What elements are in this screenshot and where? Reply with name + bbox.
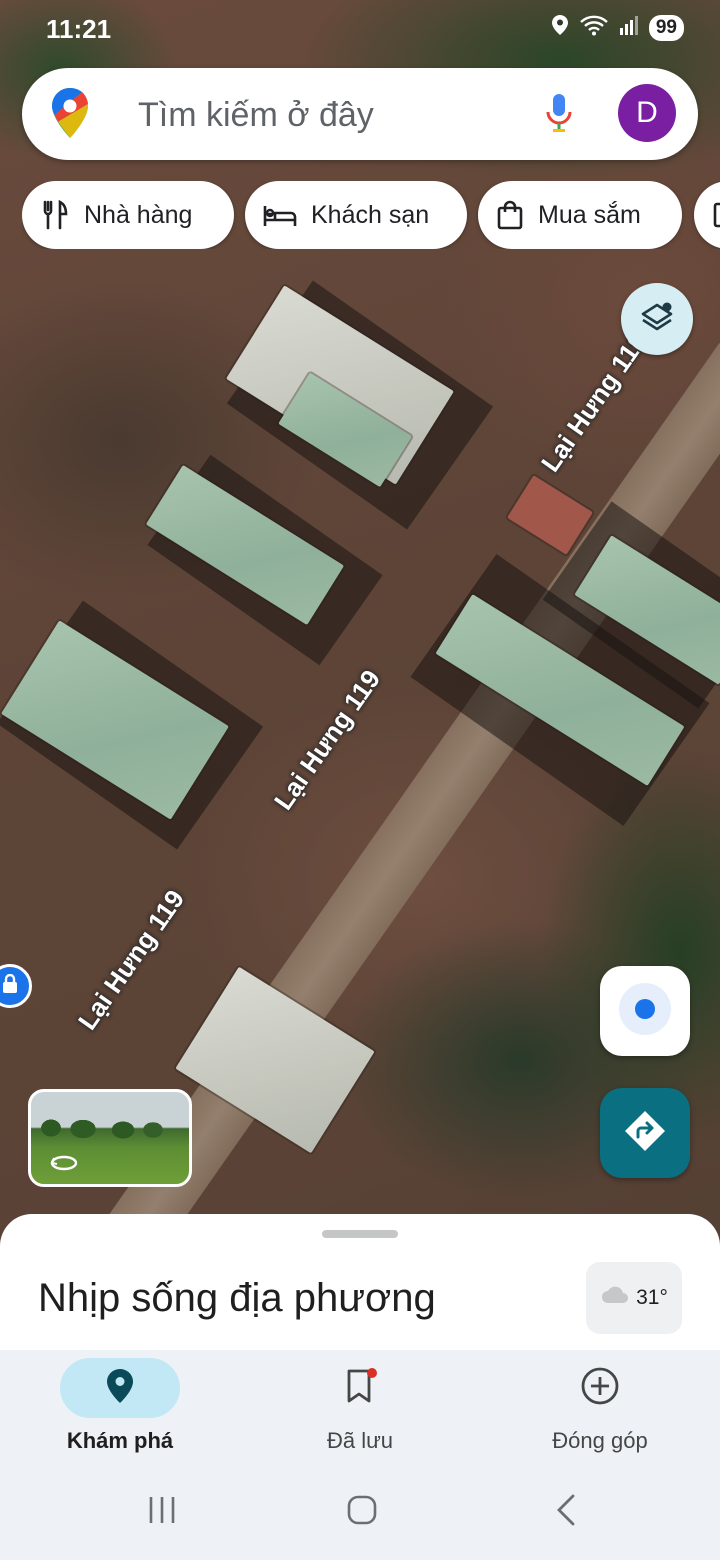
street-label: Lại Hưng 119 <box>268 664 387 816</box>
explore-bottom-sheet[interactable]: Nhịp sống địa phương 31° <box>0 1214 720 1354</box>
gas-station-icon <box>712 201 720 229</box>
street-view-thumbnail[interactable] <box>28 1089 192 1187</box>
chip-hotels[interactable]: Khách sạn <box>245 181 467 249</box>
explore-pin-icon <box>106 1368 134 1409</box>
thumbnail-trees <box>31 1116 189 1142</box>
weather-temperature: 31° <box>636 1286 668 1309</box>
nav-icon-container <box>540 1358 660 1418</box>
avatar[interactable]: D <box>618 84 676 142</box>
home-icon <box>346 1494 378 1531</box>
my-location-icon <box>617 981 673 1042</box>
nav-icon-container <box>60 1358 180 1418</box>
restaurant-icon <box>40 200 70 230</box>
wifi-icon <box>579 14 609 41</box>
status-time: 11:21 <box>46 14 112 44</box>
location-icon <box>551 14 569 41</box>
system-navigation-bar <box>0 1462 720 1560</box>
sheet-title: Nhịp sống địa phương <box>38 1276 436 1320</box>
chip-restaurants[interactable]: Nhà hàng <box>22 181 234 249</box>
chip-more[interactable] <box>694 181 720 249</box>
weather-chip[interactable]: 31° <box>586 1262 682 1334</box>
signal-icon <box>619 14 639 41</box>
nav-label: Khám phá <box>66 1428 174 1453</box>
battery-indicator: 99 <box>648 14 684 41</box>
recent-apps-icon <box>147 1495 177 1530</box>
chip-label: Khách sạn <box>311 200 430 229</box>
nav-label: Đóng góp <box>552 1428 648 1453</box>
back-button[interactable] <box>536 1492 596 1532</box>
back-icon <box>554 1493 578 1532</box>
hotel-icon <box>263 202 297 228</box>
recent-apps-button[interactable] <box>132 1492 192 1532</box>
home-button[interactable] <box>332 1492 392 1532</box>
directions-icon <box>623 1109 667 1158</box>
nav-icon-container <box>300 1358 420 1418</box>
nav-saved[interactable]: Đã lưu <box>240 1350 480 1462</box>
status-bar: 11:21 99 <box>0 0 720 56</box>
google-maps-logo-icon <box>52 88 88 143</box>
street-label: Lại Hưng 119 <box>72 884 191 1036</box>
rotate-360-icon <box>49 1154 79 1177</box>
drag-handle[interactable] <box>322 1230 398 1238</box>
nav-explore[interactable]: Khám phá <box>0 1350 240 1462</box>
chip-shopping[interactable]: Mua sắm <box>478 181 682 249</box>
lock-icon <box>1 973 19 999</box>
add-circle-icon <box>580 1366 620 1411</box>
nav-label: Đã lưu <box>326 1428 394 1453</box>
directions-button[interactable] <box>600 1088 690 1178</box>
shopping-bag-icon <box>496 200 524 230</box>
my-location-button[interactable] <box>600 966 690 1056</box>
chip-label: Nhà hàng <box>84 200 193 229</box>
chip-label: Mua sắm <box>538 200 641 229</box>
layers-icon <box>639 299 675 340</box>
bottom-navigation: Khám phá Đã lưu Đóng góp <box>0 1350 720 1462</box>
status-icons: 99 <box>551 14 684 41</box>
cloud-icon <box>600 1285 630 1311</box>
layers-button[interactable] <box>621 283 693 355</box>
microphone-icon[interactable] <box>544 92 574 141</box>
search-input[interactable]: Tìm kiếm ở đây <box>138 96 374 135</box>
nav-contribute[interactable]: Đóng góp <box>480 1350 720 1462</box>
search-bar[interactable]: Tìm kiếm ở đây D <box>22 68 698 160</box>
bookmark-icon <box>343 1367 377 1410</box>
category-chips: Nhà hàng Khách sạn Mua sắm <box>22 181 720 249</box>
